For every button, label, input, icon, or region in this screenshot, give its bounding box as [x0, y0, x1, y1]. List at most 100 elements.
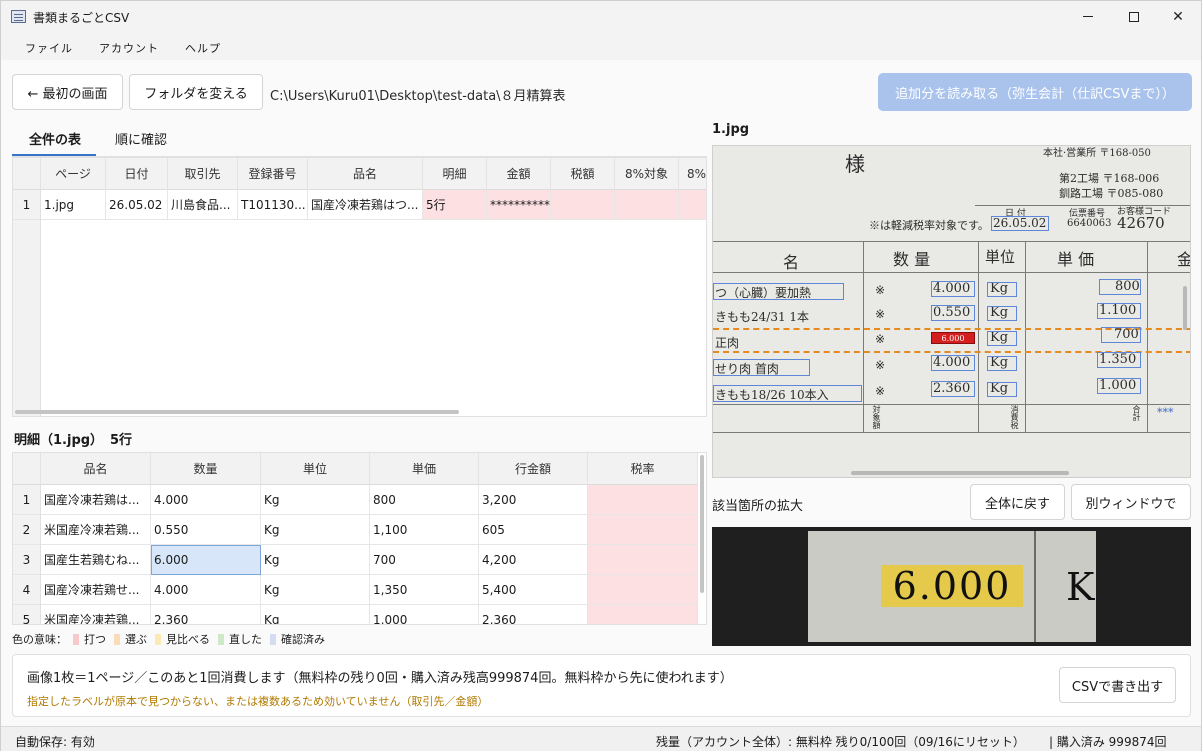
doc-detect-box — [931, 281, 975, 297]
column-header[interactable]: 8%対象 — [615, 158, 679, 190]
row-number[interactable]: 4 — [13, 575, 41, 605]
zoom-highlight-value: 6.000 — [881, 564, 1023, 608]
read-additional-button[interactable]: 追加分を読み取る（弥生会計（仕訳CSVまで）） — [878, 73, 1192, 111]
doc-detect-box — [987, 382, 1017, 397]
column-header[interactable]: 日付 — [106, 158, 168, 190]
table-cell[interactable]: 4,200 — [479, 545, 588, 575]
table-cell[interactable]: 川島食品... — [168, 190, 238, 220]
doc-text: 42670 — [1117, 214, 1165, 232]
row-number[interactable]: 3 — [13, 545, 41, 575]
table-cell[interactable]: Kg — [261, 605, 370, 624]
folder-path: C:\Users\Kuru01\Desktop\test-data\８月精算表 — [270, 89, 566, 104]
color-legend: 色の意味： 打つ 選ぶ 見比べる 直した 確認済み — [12, 631, 333, 647]
status-bar: 自動保存: 有効 残量（アカウント全体）: 無料枠 残り0/100回（09/16… — [1, 726, 1201, 751]
doc-text: 単 価 — [1057, 250, 1095, 269]
table-cell[interactable] — [588, 575, 698, 605]
table-cell[interactable] — [679, 190, 706, 220]
horizontal-scrollbar[interactable] — [15, 410, 459, 414]
table-cell[interactable]: 1,100 — [370, 515, 479, 545]
doc-detect-box — [713, 385, 862, 402]
table-cell[interactable]: 米国産冷凍若鶏... — [41, 515, 151, 545]
back-to-start-button[interactable]: ← 最初の画面 — [12, 74, 123, 110]
table-cell[interactable] — [615, 190, 679, 220]
table-cell[interactable]: 2.360 — [151, 605, 261, 624]
table-cell[interactable]: 700 — [370, 545, 479, 575]
vertical-scrollbar[interactable] — [700, 455, 704, 593]
table-cell[interactable]: T101130... — [238, 190, 308, 220]
column-header[interactable]: 税率 — [588, 453, 698, 485]
table-cell[interactable]: 4.000 — [151, 575, 261, 605]
table-cell[interactable] — [588, 515, 698, 545]
tab-all-records[interactable]: 全件の表 — [29, 129, 81, 148]
table-cell[interactable] — [588, 605, 698, 624]
column-header[interactable]: 取引先 — [168, 158, 238, 190]
column-header[interactable]: 品名 — [41, 453, 151, 485]
column-header[interactable]: 行金額 — [479, 453, 588, 485]
table-cell[interactable]: 5行 — [423, 190, 487, 220]
column-header[interactable]: 品名 — [308, 158, 423, 190]
column-header[interactable]: 金額 — [487, 158, 551, 190]
close-button[interactable]: ✕ — [1155, 1, 1201, 32]
table-cell[interactable]: 0.550 — [151, 515, 261, 545]
maximize-button[interactable] — [1111, 1, 1157, 32]
table-cell[interactable]: 国産冷凍若鶏は... — [41, 485, 151, 515]
column-header[interactable]: 単価 — [370, 453, 479, 485]
column-header[interactable]: 税額 — [551, 158, 615, 190]
row-number[interactable]: 5 — [13, 605, 41, 624]
doc-text: ※ — [875, 384, 886, 398]
menu-help[interactable]: ヘルプ — [185, 40, 221, 56]
reset-view-button[interactable]: 全体に戻す — [970, 484, 1065, 520]
table-cell[interactable]: ********** — [487, 190, 551, 220]
image-vertical-scrollbar[interactable] — [1183, 286, 1187, 330]
table-cell[interactable]: 800 — [370, 485, 479, 515]
export-csv-button[interactable]: CSVで書き出す — [1059, 667, 1176, 703]
legend-text: 見比べる — [166, 633, 210, 646]
table-cell[interactable]: 1.jpg — [41, 190, 106, 220]
selected-cell[interactable]: 6.000 — [151, 545, 261, 575]
action-footer: 画像1枚＝1ページ／このあと1回消費します（無料枠の残り0回・購入済み残高999… — [12, 654, 1191, 717]
row-number[interactable]: 1 — [13, 485, 41, 515]
column-header[interactable]: 数量 — [151, 453, 261, 485]
detail-table[interactable]: 品名 数量 単位 単価 行金額 税率 1 国産冷凍若鶏は... 4.000 Kg… — [12, 452, 707, 625]
table-cell[interactable]: 米国産冷凍若鶏... — [41, 605, 151, 624]
table-cell[interactable]: 3,200 — [479, 485, 588, 515]
change-folder-button[interactable]: フォルダを変える — [129, 74, 263, 110]
table-cell[interactable]: 1,350 — [370, 575, 479, 605]
tab-sequential-review[interactable]: 順に確認 — [115, 129, 167, 148]
minimize-button[interactable] — [1065, 1, 1111, 32]
column-header[interactable]: ページ — [41, 158, 106, 190]
table-cell[interactable]: Kg — [261, 575, 370, 605]
table-cell[interactable]: 国産生若鶏むね... — [41, 545, 151, 575]
column-header[interactable]: 単位 — [261, 453, 370, 485]
table-cell[interactable]: 国産冷凍若鶏はつ... — [308, 190, 423, 220]
table-cell[interactable] — [551, 190, 615, 220]
table-cell[interactable] — [588, 485, 698, 515]
table-cell[interactable]: 2,360 — [479, 605, 588, 624]
table-cell[interactable]: 1,000 — [370, 605, 479, 624]
table-cell[interactable]: Kg — [261, 545, 370, 575]
table-cell[interactable]: Kg — [261, 485, 370, 515]
row-number[interactable]: 1 — [13, 190, 41, 220]
menu-account[interactable]: アカウント — [99, 40, 159, 56]
column-header[interactable]: 8% — [679, 158, 706, 190]
open-new-window-button[interactable]: 別ウィンドウで — [1071, 484, 1191, 520]
column-header[interactable]: 登録番号 — [238, 158, 308, 190]
table-cell[interactable]: 605 — [479, 515, 588, 545]
app-icon — [11, 10, 26, 23]
column-header[interactable]: 明細 — [423, 158, 487, 190]
table-cell[interactable] — [588, 545, 698, 575]
document-image-viewer[interactable]: 様 本社·営業所 〒168-050 第2工場 〒168-006 釧路工場 〒08… — [712, 145, 1191, 478]
usage-message: 画像1枚＝1ページ／このあと1回消費します（無料枠の残り0回・購入済み残高999… — [27, 671, 733, 686]
menu-file[interactable]: ファイル — [25, 40, 73, 56]
summary-table[interactable]: ページ 日付 取引先 登録番号 品名 明細 金額 税額 8%対象 8% 1 1.… — [12, 157, 707, 417]
table-cell[interactable]: 5,400 — [479, 575, 588, 605]
doc-text: 本社·営業所 〒168-050 — [1043, 148, 1151, 159]
image-horizontal-scrollbar[interactable] — [851, 471, 1069, 475]
table-cell[interactable]: Kg — [261, 515, 370, 545]
table-cell[interactable]: 国産冷凍若鶏せ... — [41, 575, 151, 605]
row-header-corner — [13, 453, 41, 485]
table-cell[interactable]: 26.05.02 — [106, 190, 168, 220]
doc-text: 数 量 — [893, 250, 931, 269]
row-number[interactable]: 2 — [13, 515, 41, 545]
table-cell[interactable]: 4.000 — [151, 485, 261, 515]
